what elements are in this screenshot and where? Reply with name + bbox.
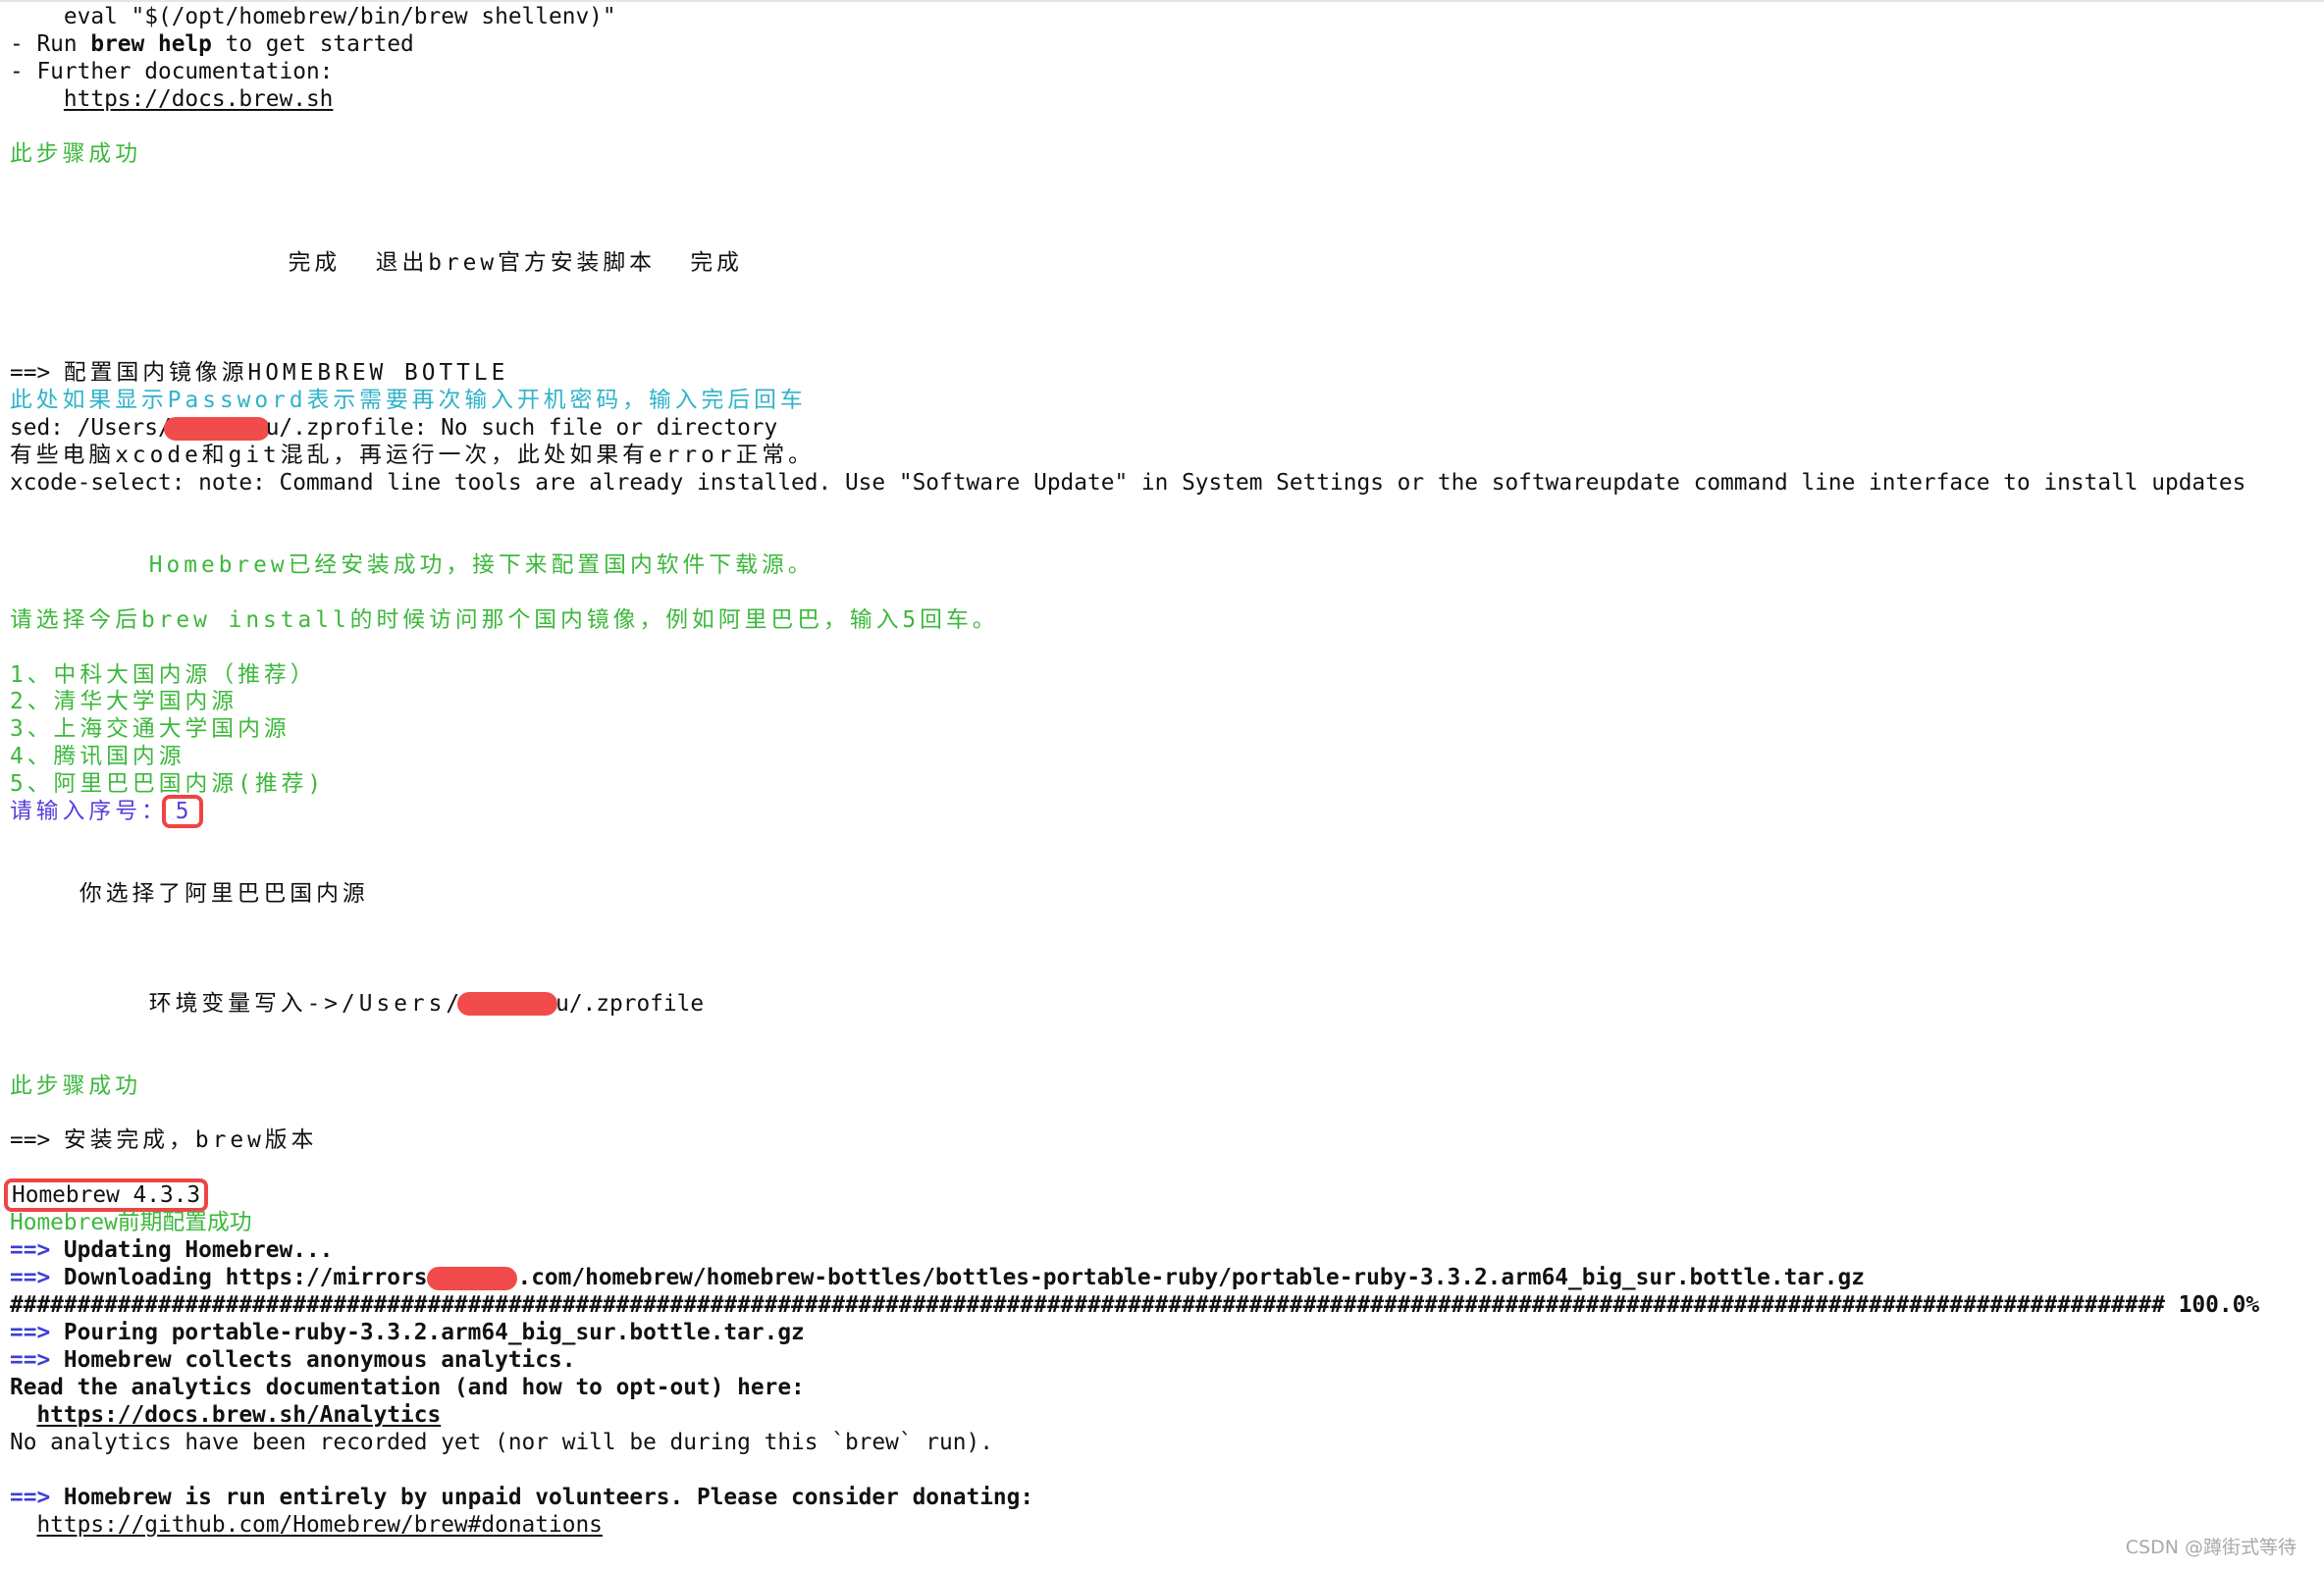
window-top-border — [0, 0, 2324, 2]
line-downloading: ==> Downloading https://mirrors .com/home… — [10, 1265, 2324, 1292]
redaction-mark — [427, 1266, 518, 1290]
terminal-output[interactable]: eval "$(/opt/homebrew/bin/brew shellenv)… — [4, 4, 2324, 1540]
line-xcode-git-note: 有些电脑xcode和git混乱，再运行一次，此处如果有error正常。 — [10, 443, 815, 468]
line-updating: ==> Updating Homebrew... — [10, 1237, 2324, 1265]
progress-bar-hashes: ########################################… — [10, 1292, 2165, 1319]
text: .com/homebrew/homebrew-bottles/bottles-p… — [517, 1265, 1865, 1291]
line-choose-mirror: 请选择今后brew install的时候访问那个国内镜像，例如阿里巴巴，输入5回… — [10, 606, 999, 633]
line-pouring: ==> Pouring portable-ruby-3.3.2.arm64_bi… — [10, 1320, 2324, 1347]
arrow-prefix: ==> — [10, 360, 64, 387]
text: Pouring portable-ruby-3.3.2.arm64_big_su… — [63, 1320, 805, 1345]
mirror-option-2: 2、清华大学国内源 — [10, 689, 238, 715]
mirror-option-3: 3、上海交通大学国内源 — [10, 716, 290, 743]
arrow-prefix: ==> — [10, 1484, 64, 1510]
arrow-prefix: ==> — [10, 1346, 64, 1373]
line-xcode-select: xcode-select: note: Command line tools a… — [10, 469, 2246, 496]
arrow-prefix: ==> — [10, 1320, 64, 1345]
donations-link[interactable]: https://github.com/Homebrew/brew#donatio… — [36, 1512, 602, 1538]
line-password-hint: 此处如果显示Password表示需要再次输入开机密码，输入完后回车 — [10, 388, 807, 414]
text: Downloading https://mirrors — [63, 1265, 428, 1291]
line-analytics-link: https://docs.brew.sh/Analytics — [10, 1402, 2324, 1430]
redaction-mark — [457, 992, 558, 1017]
text: - Run — [10, 30, 91, 57]
mirror-option-4: 4、腾讯国内源 — [10, 744, 185, 770]
arrow-prefix: ==> — [10, 1127, 64, 1154]
text: 环境变量写入->/Users/ — [10, 990, 464, 1017]
line-brew-version: Homebrew 4.3.3 — [4, 1178, 2324, 1213]
text: 安装完成，brew版本 — [63, 1127, 318, 1154]
line-run-brew-help: - Run brew help to get started — [10, 31, 2324, 59]
redaction-mark — [163, 416, 270, 441]
docs-link[interactable]: https://docs.brew.sh — [64, 86, 334, 112]
line-homebrew-installed: Homebrew已经安装成功，接下来配置国内软件下载源。 — [10, 551, 815, 578]
line-config-bottle: ==> 配置国内镜像源HOMEBREW BOTTLE — [10, 360, 2324, 388]
text: Updating Homebrew... — [63, 1237, 334, 1264]
mirror-option-5: 5、阿里巴巴国内源(推荐) — [10, 771, 326, 798]
line-selected-mirror: 你选择了阿里巴巴国内源 — [10, 881, 369, 907]
line-progress: ########################################… — [10, 1292, 2324, 1320]
line-sed-error: sed: /Users/u/.zprofile: No such file or… — [10, 415, 2324, 443]
line-donations-link: https://github.com/Homebrew/brew#donatio… — [10, 1512, 2324, 1540]
line-input-prompt: 请输入序号： 5 — [10, 795, 2324, 829]
prompt-label: 请输入序号： — [10, 799, 168, 825]
text: 配置国内镜像源HOMEBREW BOTTLE — [63, 360, 509, 387]
line-volunteers: ==> Homebrew is run entirely by unpaid v… — [10, 1485, 2324, 1512]
arrow-prefix: ==> — [10, 1265, 64, 1291]
line-analytics: ==> Homebrew collects anonymous analytic… — [10, 1347, 2324, 1375]
line-read-analytics: Read the analytics documentation (and ho… — [10, 1374, 805, 1400]
highlighted-input-value[interactable]: 5 — [161, 795, 203, 829]
text: to get started — [211, 30, 414, 57]
watermark: CSDN @蹲街式等待 — [2125, 1537, 2297, 1558]
line-step-success: 此步骤成功 — [10, 140, 141, 167]
line-further-docs: - Further documentation: — [10, 58, 334, 84]
text: u/.zprofile — [555, 990, 705, 1017]
highlighted-brew-version: Homebrew 4.3.3 — [4, 1178, 209, 1213]
line-install-done: ==> 安装完成，brew版本 — [10, 1127, 2324, 1155]
arrow-prefix: ==> — [10, 1237, 64, 1264]
mirror-option-1: 1、中科大国内源（推荐） — [10, 661, 317, 688]
line-exit-official-script: 完成 退出brew官方安装脚本 完成 — [10, 250, 743, 277]
line-no-analytics: No analytics have been recorded yet (nor… — [10, 1429, 993, 1455]
analytics-link[interactable]: https://docs.brew.sh/Analytics — [36, 1402, 441, 1428]
text: u/.zprofile: No such file or directory — [265, 415, 778, 442]
line-step-success-2: 此步骤成功 — [10, 1073, 141, 1099]
text: Homebrew collects anonymous analytics. — [63, 1346, 576, 1373]
line-docs-link: https://docs.brew.sh — [10, 86, 2324, 114]
line-eval: eval "$(/opt/homebrew/bin/brew shellenv)… — [10, 4, 616, 29]
line-preconfig-success: Homebrew前期配置成功 — [10, 1210, 252, 1236]
text: sed: /Users/ — [10, 415, 172, 442]
progress-percent: 100.0% — [2164, 1292, 2260, 1319]
command-brew-help: brew help — [90, 30, 212, 57]
text: Homebrew is run entirely by unpaid volun… — [63, 1484, 1034, 1510]
line-env-write: 环境变量写入->/Users/u/.zprofile — [10, 991, 2324, 1019]
